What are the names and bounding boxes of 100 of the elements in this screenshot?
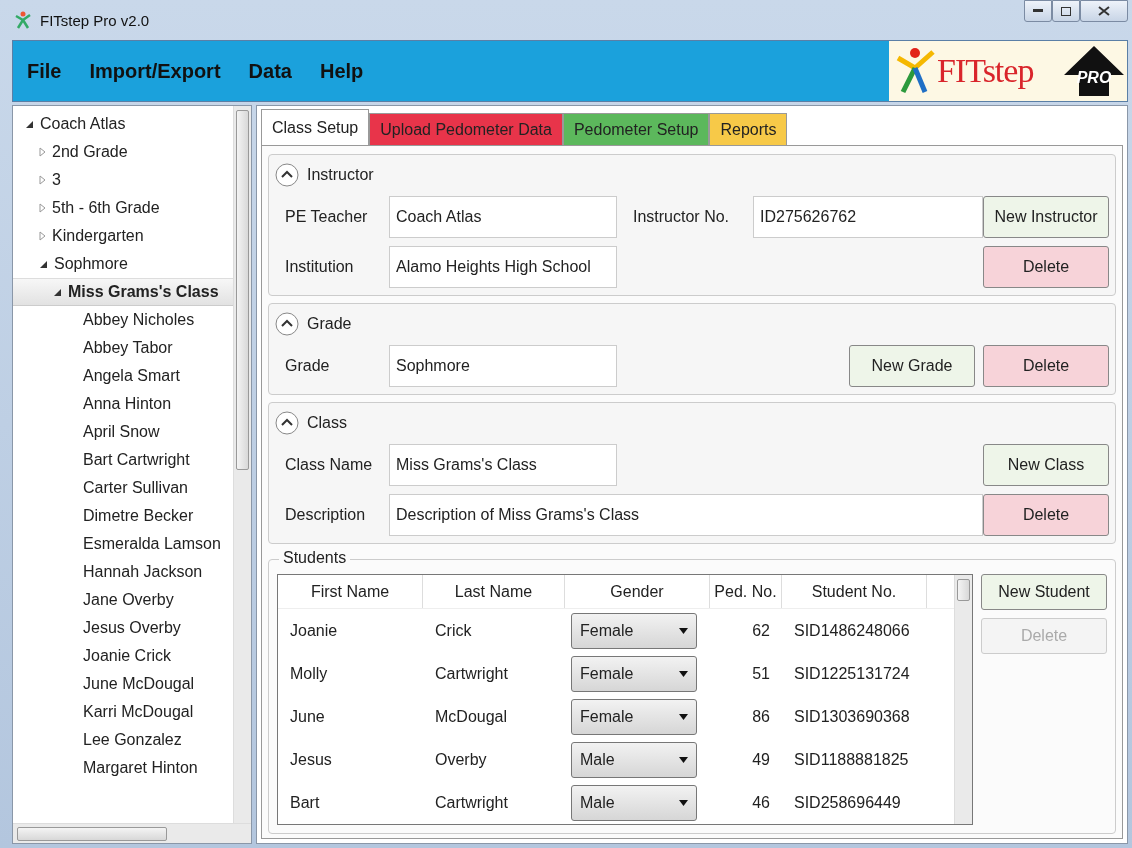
menu-item[interactable]: Data [248, 59, 292, 83]
text-field[interactable]: Alamo Heights High School [389, 246, 617, 288]
text-field[interactable]: Description of Miss Grams's Class [389, 494, 983, 536]
action-button[interactable]: New Instructor [983, 196, 1109, 238]
pro-label: PRO [1076, 69, 1112, 87]
tree-item[interactable]: Joanie Crick [13, 642, 233, 670]
tab[interactable]: Pedometer Setup [562, 113, 710, 146]
table-cell-text: 49 [751, 750, 771, 769]
tree-item[interactable]: 5th - 6th Grade [13, 194, 233, 222]
tree-item[interactable]: Angela Smart [13, 362, 233, 390]
logo-text: FITstep [937, 52, 1034, 90]
gender-dropdown[interactable]: Male [571, 784, 697, 821]
section-title: Instructor [307, 166, 374, 184]
column-header[interactable]: Gender [565, 575, 710, 608]
tree-item[interactable]: Carter Sullivan [13, 474, 233, 502]
delete-button[interactable]: Delete [983, 246, 1109, 288]
delete-button[interactable]: Delete [983, 494, 1109, 536]
tree-item[interactable]: June McDougal [13, 670, 233, 698]
tree-item[interactable]: Bart Cartwright [13, 446, 233, 474]
collapse-icon[interactable] [275, 411, 299, 435]
collapse-icon[interactable] [275, 312, 299, 336]
tree-item[interactable]: Abbey Tabor [13, 334, 233, 362]
text-field[interactable]: Miss Grams's Class [389, 444, 617, 486]
collapsed-triangle-icon[interactable] [39, 175, 46, 185]
app-icon [14, 11, 32, 29]
tree-item[interactable]: Coach Atlas [13, 110, 233, 138]
action-button[interactable]: New Grade [849, 345, 975, 387]
collapse-icon[interactable] [275, 163, 299, 187]
menu-item[interactable]: Import/Export [89, 59, 221, 83]
table-cell-text: SID1225131724 [793, 664, 911, 683]
close-icon [1098, 6, 1110, 16]
table-cell-text: Joanie [289, 621, 339, 640]
tree-item[interactable]: April Snow [13, 418, 233, 446]
tree-item[interactable]: Karri McDougal [13, 698, 233, 726]
text-field[interactable]: ID275626762 [753, 196, 983, 238]
expanded-triangle-icon[interactable] [39, 259, 48, 269]
field-label: Grade [284, 357, 331, 375]
text-field[interactable]: Coach Atlas [389, 196, 617, 238]
tree-item[interactable]: Anna Hinton [13, 390, 233, 418]
menu-item[interactable]: File [27, 59, 62, 83]
arrow-icon [1063, 45, 1125, 97]
new-student-button[interactable]: New Student [981, 574, 1107, 610]
tree-item[interactable]: Miss Grams's Class [13, 278, 233, 306]
tree-item[interactable]: Kindergarten [13, 222, 233, 250]
column-header[interactable]: Last Name [423, 575, 565, 608]
text-field[interactable]: Sophmore [389, 345, 617, 387]
tab[interactable]: Upload Pedometer Data [369, 113, 563, 146]
maximize-button[interactable] [1052, 0, 1080, 22]
tree-item[interactable]: Esmeralda Lamson [13, 530, 233, 558]
collapsed-triangle-icon[interactable] [39, 203, 46, 213]
table-cell-text: Jesus [289, 750, 333, 769]
action-button[interactable]: New Class [983, 444, 1109, 486]
gender-dropdown[interactable]: Female [571, 698, 697, 735]
dropdown-arrow-icon [679, 670, 688, 677]
section-title: Class [307, 414, 347, 432]
tree-item[interactable]: Sophmore [13, 250, 233, 278]
table-cell-text: Cartwright [434, 793, 509, 812]
table-cell-text: Crick [434, 621, 473, 640]
dropdown-arrow-icon [679, 756, 688, 763]
horizontal-scrollbar[interactable] [13, 823, 251, 843]
dropdown-arrow-icon [679, 799, 688, 806]
tree-item[interactable]: Jesus Overby [13, 614, 233, 642]
tree-item[interactable]: Dimetre Becker [13, 502, 233, 530]
collapsed-triangle-icon[interactable] [39, 231, 46, 241]
dropdown-arrow-icon [679, 627, 688, 634]
tab[interactable]: Reports [709, 113, 788, 146]
gender-dropdown[interactable]: Female [571, 612, 697, 649]
tree-item[interactable]: 2nd Grade [13, 138, 233, 166]
column-header[interactable]: Ped. No. [710, 575, 782, 608]
table-cell-text: 62 [751, 621, 771, 640]
tree-item[interactable]: Abbey Nicholes [13, 306, 233, 334]
dropdown-arrow-icon [679, 713, 688, 720]
tree-item[interactable]: Lee Gonzalez [13, 726, 233, 754]
gender-dropdown[interactable]: Female [571, 655, 697, 692]
gender-dropdown[interactable]: Male [571, 741, 697, 778]
minimize-button[interactable] [1024, 0, 1052, 22]
column-header[interactable]: First Name [278, 575, 423, 608]
column-header[interactable]: Student No. [782, 575, 927, 608]
table-cell-text: 46 [751, 793, 771, 812]
scrollbar[interactable] [233, 106, 251, 823]
field-label: Class Name [284, 456, 374, 474]
table-cell-text: Cartwright [434, 664, 509, 683]
tree-item[interactable]: 3 [13, 166, 233, 194]
collapsed-triangle-icon[interactable] [39, 147, 46, 157]
tab[interactable]: Class Setup [261, 109, 370, 146]
tree-item[interactable]: Hannah Jackson [13, 558, 233, 586]
maximize-icon [1061, 6, 1071, 16]
window-title: FITstep Pro v2.0 [40, 11, 151, 29]
expanded-triangle-icon[interactable] [53, 287, 62, 297]
table-cell-text: June [289, 707, 326, 726]
menu-item[interactable]: Help [319, 59, 364, 83]
expanded-triangle-icon[interactable] [25, 119, 34, 129]
scrollbar[interactable] [954, 575, 972, 824]
delete-button[interactable]: Delete [983, 345, 1109, 387]
table-cell-text: Bart [289, 793, 321, 812]
close-button[interactable] [1080, 0, 1128, 22]
tree-item[interactable]: Jane Overby [13, 586, 233, 614]
field-label: Institution [284, 258, 355, 276]
table-cell-text: SID1486248066 [793, 621, 911, 640]
tree-item[interactable]: Margaret Hinton [13, 754, 233, 782]
